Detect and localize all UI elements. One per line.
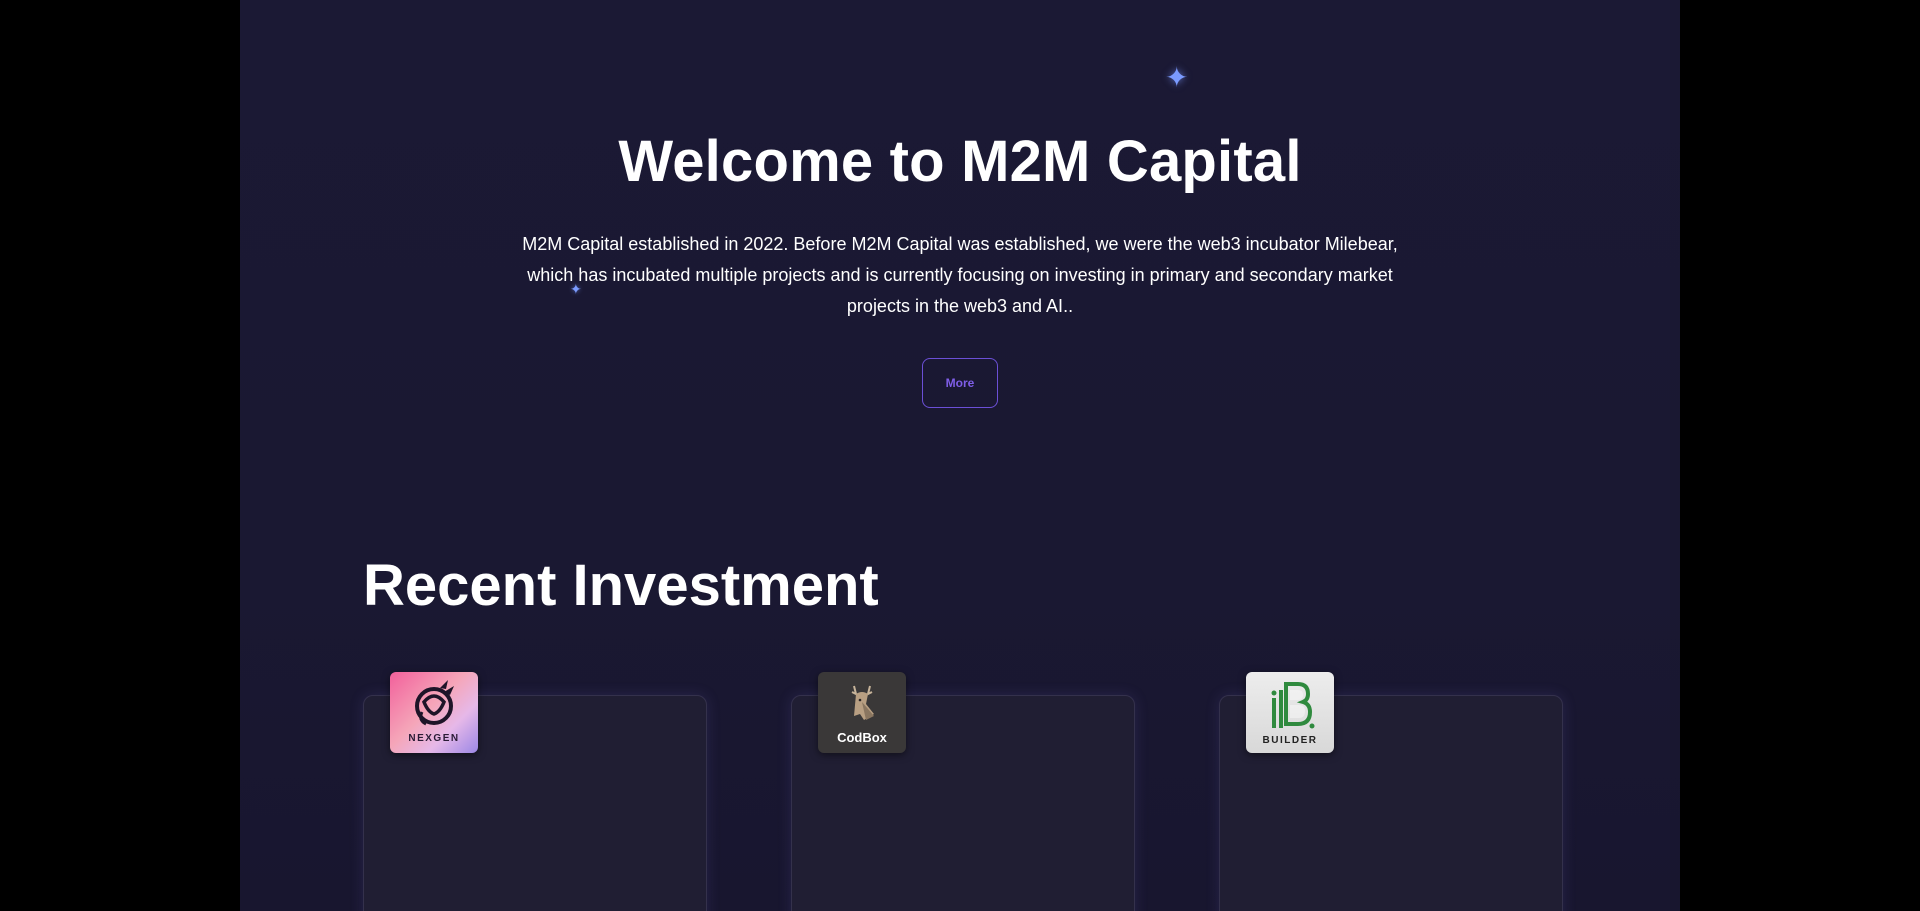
builder-logo[interactable]: BUILDER xyxy=(1246,672,1334,753)
builder-logo-text: BUILDER xyxy=(1262,735,1318,746)
hero-description: M2M Capital established in 2022. Before … xyxy=(522,234,1398,316)
sparkle-icon: ✦ xyxy=(1165,62,1189,93)
hero-title: Welcome to M2M Capital xyxy=(618,129,1302,194)
recent-investment-title: Recent Investment xyxy=(363,553,879,618)
nexgen-logo-text: NEXGEN xyxy=(408,733,460,744)
page-container: ✦ ✦ Welcome to M2M Capital M2M Capital e… xyxy=(240,0,1680,911)
nexgen-logo[interactable]: NEXGEN xyxy=(390,672,478,753)
codbox-logo-text: CodBox xyxy=(837,730,887,745)
codbox-logo[interactable]: CodBox xyxy=(818,672,906,753)
more-button[interactable]: More xyxy=(922,358,998,408)
